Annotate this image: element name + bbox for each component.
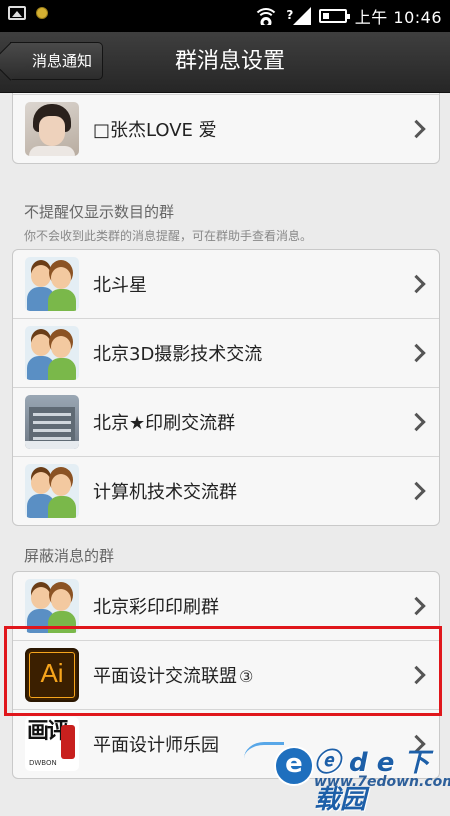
group-name: 北京★印刷交流群 bbox=[93, 413, 236, 434]
group-name: 平面设计师乐园 bbox=[93, 735, 219, 756]
chevron-right-icon bbox=[407, 412, 426, 432]
e-logo-icon bbox=[274, 746, 314, 786]
status-bar: ? 上午 10:46 bbox=[0, 0, 450, 32]
calligraphy-logo-icon: 画评 DWBON bbox=[25, 717, 79, 771]
back-button[interactable]: 消息通知 bbox=[10, 42, 104, 80]
group-list-count-only: 北斗星 北京3D摄影技术交流 北京★印刷交流群 计算机技术交流群 bbox=[12, 249, 440, 526]
group-name: 北京3D摄影技术交流 bbox=[93, 344, 263, 365]
status-right-icons: ? 上午 10:46 bbox=[254, 4, 442, 28]
group-avatar bbox=[25, 257, 79, 311]
signal-icon: ? bbox=[284, 7, 311, 25]
app-notification-icon bbox=[36, 7, 48, 19]
group-name: 平面设计交流联盟 ③ bbox=[93, 666, 254, 687]
section-title-blocked: 屏蔽消息的群 bbox=[24, 547, 115, 565]
list-item[interactable]: □张杰LOVE 爱 bbox=[13, 94, 439, 163]
group-name: 计算机技术交流群 bbox=[93, 482, 237, 503]
list-item[interactable]: Ai 平面设计交流联盟 ③ bbox=[13, 640, 439, 709]
list-item[interactable]: 北斗星 bbox=[13, 250, 439, 318]
chevron-right-icon bbox=[407, 481, 426, 501]
group-name: □张杰LOVE 爱 bbox=[93, 120, 217, 141]
settings-content[interactable]: □张杰LOVE 爱 不提醒仅显示数目的群 你不会收到此类群的消息提醒，可在群助手… bbox=[0, 93, 450, 800]
group-avatar bbox=[25, 579, 79, 633]
signal-unknown-mark: ? bbox=[284, 7, 295, 23]
unread-count-badge: ③ bbox=[239, 667, 254, 686]
battery-icon bbox=[318, 9, 350, 23]
section-title-count-only: 不提醒仅显示数目的群 bbox=[24, 203, 175, 221]
chevron-right-icon bbox=[407, 665, 426, 685]
status-time: 上午 10:46 bbox=[354, 8, 442, 27]
back-button-label: 消息通知 bbox=[32, 52, 93, 70]
status-left-icons bbox=[8, 6, 48, 20]
group-avatar bbox=[25, 326, 79, 380]
wifi-icon bbox=[254, 7, 277, 25]
chevron-right-icon bbox=[407, 119, 426, 139]
list-item[interactable]: 北京★印刷交流群 bbox=[13, 387, 439, 456]
chevron-right-icon bbox=[407, 596, 426, 616]
watermark: ⓔ d e 下载园 www.7edown.com bbox=[244, 736, 450, 815]
list-item[interactable]: 计算机技术交流群 bbox=[13, 456, 439, 525]
chevron-right-icon bbox=[407, 343, 426, 363]
list-item[interactable]: 北京彩印印刷群 bbox=[13, 572, 439, 640]
illustrator-logo-icon: Ai bbox=[25, 648, 79, 702]
group-list-top: □张杰LOVE 爱 bbox=[12, 93, 440, 164]
group-avatar bbox=[25, 464, 79, 518]
group-name: 北斗星 bbox=[93, 275, 147, 296]
title-bar: 群消息设置 消息通知 bbox=[0, 32, 450, 93]
watermark-url: www.7edown.com bbox=[314, 774, 450, 790]
group-avatar bbox=[25, 395, 79, 449]
chevron-right-icon bbox=[407, 274, 426, 294]
section-subtitle-count-only: 你不会收到此类群的消息提醒，可在群助手查看消息。 bbox=[24, 229, 313, 243]
group-name: 北京彩印印刷群 bbox=[93, 597, 219, 618]
avatar bbox=[25, 102, 79, 156]
gallery-notification-icon bbox=[8, 6, 26, 20]
list-item[interactable]: 北京3D摄影技术交流 bbox=[13, 318, 439, 387]
